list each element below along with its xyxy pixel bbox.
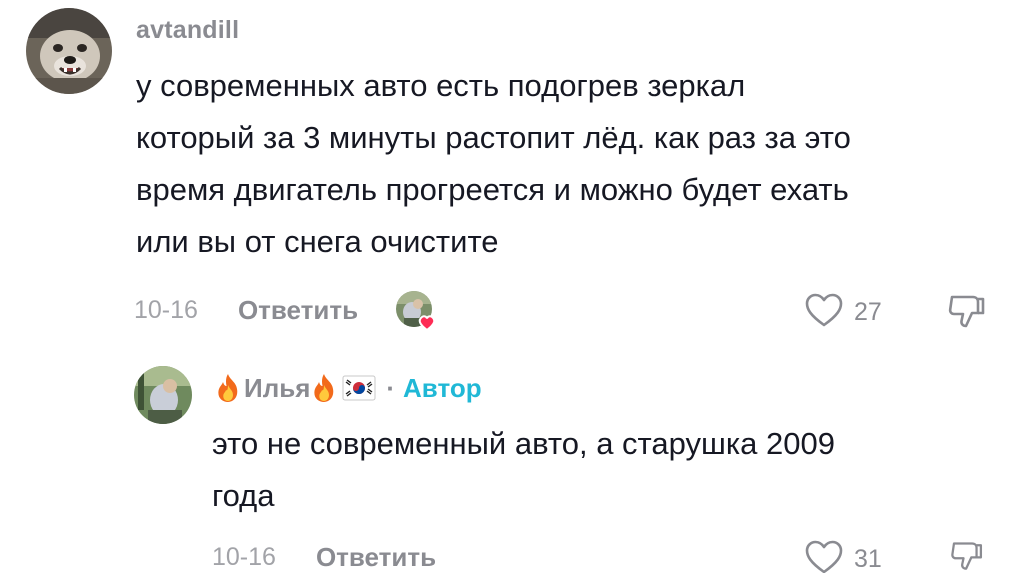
south-korea-flag-icon [342, 375, 376, 401]
author-badge: Автор [403, 372, 482, 403]
comment-line: время двигатель прогреется и можно будет… [136, 172, 849, 207]
comment-username[interactable]: avtandill [136, 16, 239, 45]
thumbs-down-icon [946, 542, 988, 573]
commenter-avatar[interactable] [134, 366, 192, 424]
heart-icon [804, 292, 844, 333]
like-button[interactable]: 31 [804, 539, 882, 573]
comment-text: у современных авто есть подогрев зеркал … [136, 60, 1016, 268]
commenter-avatar[interactable] [26, 8, 112, 94]
comment-line: это не современный авто, а старушка 2009 [212, 426, 835, 461]
comments-panel: avtandill у современных авто есть подогр… [0, 0, 1024, 573]
creator-liked-avatar [394, 290, 436, 332]
comment-text: это не современный авто, а старушка 2009… [212, 418, 1012, 522]
comment-username[interactable]: Илья [244, 373, 310, 404]
comment-meta: 10-16 Ответить [212, 540, 436, 573]
like-count: 27 [854, 298, 882, 326]
comment-meta: 10-16 Ответить [134, 290, 436, 332]
comment-line: года [212, 478, 275, 513]
like-count: 31 [854, 545, 882, 573]
comment-date: 10-16 [212, 542, 276, 571]
comment-line: или вы от снега очистите [136, 224, 499, 259]
comment-line: который за 3 минуты растопит лёд. как ра… [136, 120, 851, 155]
reply-button[interactable]: Ответить [238, 295, 358, 326]
reply-author-line: Илья · Автор [214, 370, 482, 406]
dislike-button[interactable] [946, 540, 988, 573]
like-button[interactable]: 27 [804, 292, 882, 333]
dislike-button[interactable] [946, 293, 988, 336]
comment-date: 10-16 [134, 295, 198, 324]
reply-button[interactable]: Ответить [316, 542, 436, 573]
comment-line: у современных авто есть подогрев зеркал [136, 68, 746, 103]
fire-icon [310, 373, 338, 403]
separator-dot: · [386, 372, 396, 403]
fire-icon [214, 373, 242, 403]
thumbs-down-icon [946, 295, 988, 335]
heart-icon [804, 539, 844, 573]
